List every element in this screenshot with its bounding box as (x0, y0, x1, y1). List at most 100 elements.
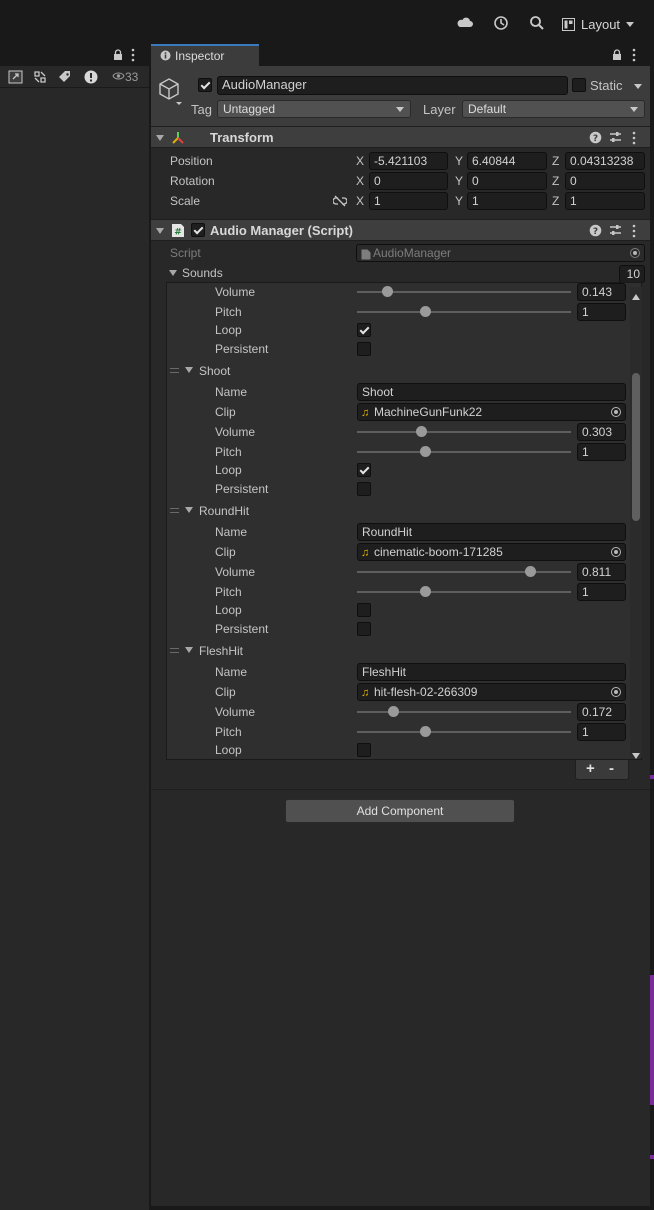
volume-input[interactable]: 0.811 (577, 563, 626, 581)
kebab-menu-icon[interactable] (632, 224, 646, 238)
scene-link-icon[interactable] (8, 69, 24, 85)
element-fold-arrow-icon[interactable] (185, 507, 193, 513)
history-icon[interactable] (492, 14, 510, 32)
volume-slider-knob[interactable] (388, 706, 400, 717)
pitch-slider-knob[interactable] (420, 586, 431, 597)
element-title[interactable]: FleshHit (199, 644, 243, 658)
presets-icon[interactable] (609, 131, 623, 145)
object-picker-icon[interactable] (611, 407, 621, 417)
volume-slider[interactable] (357, 571, 571, 573)
rotation-x-label[interactable]: X (356, 174, 364, 188)
static-checkbox[interactable] (572, 78, 586, 92)
loop-checkbox[interactable] (357, 323, 371, 337)
rotation-z-input[interactable]: 0 (565, 172, 645, 190)
pitch-slider[interactable] (357, 451, 571, 453)
loop-checkbox[interactable] (357, 603, 371, 617)
persistent-checkbox[interactable] (357, 342, 371, 356)
sounds-fold-arrow-icon[interactable] (169, 270, 177, 276)
scrollbar-thumb[interactable] (632, 373, 640, 521)
clip-object-field[interactable]: ♫ hit-flesh-02-266309 (357, 683, 626, 701)
position-y-label[interactable]: Y (455, 154, 463, 168)
search-icon[interactable] (528, 14, 546, 32)
gameobject-active-checkbox[interactable] (198, 78, 212, 92)
lock-icon[interactable] (612, 49, 622, 64)
cloud-icon[interactable] (456, 14, 474, 32)
element-title[interactable]: Shoot (199, 364, 230, 378)
pitch-slider-knob[interactable] (420, 306, 431, 317)
position-z-label[interactable]: Z (552, 154, 559, 168)
position-y-input[interactable]: 6.40844 (467, 152, 547, 170)
name-input[interactable]: RoundHit (357, 523, 626, 541)
kebab-menu-icon[interactable] (131, 48, 135, 65)
transform-header[interactable]: Transform ? (151, 126, 650, 148)
drag-handle[interactable] (170, 508, 179, 513)
rotation-y-label[interactable]: Y (455, 174, 463, 188)
gameobject-name-input[interactable]: AudioManager (217, 76, 568, 95)
element-fold-arrow-icon[interactable] (185, 647, 193, 653)
pitch-slider-knob[interactable] (420, 446, 431, 457)
fold-arrow-icon[interactable] (156, 135, 164, 141)
tag-dropdown[interactable]: Untagged (217, 100, 411, 118)
kebab-menu-icon[interactable] (632, 131, 646, 145)
audio-manager-enabled-checkbox[interactable] (191, 223, 205, 237)
rotation-y-input[interactable]: 0 (467, 172, 547, 190)
scale-z-label[interactable]: Z (552, 194, 559, 208)
pitch-input[interactable]: 1 (577, 723, 626, 741)
gameobject-cube-icon[interactable] (157, 77, 183, 108)
pitch-slider[interactable] (357, 591, 571, 593)
presets-icon[interactable] (609, 224, 623, 238)
scale-x-label[interactable]: X (356, 194, 364, 208)
drag-handle[interactable] (170, 368, 179, 373)
position-x-label[interactable]: X (356, 154, 364, 168)
loop-checkbox[interactable] (357, 743, 371, 757)
name-input[interactable]: FleshHit (357, 663, 626, 681)
scroll-down-icon[interactable] (632, 748, 640, 762)
help-icon[interactable]: ? (589, 224, 603, 238)
pitch-slider[interactable] (357, 311, 571, 313)
scale-z-input[interactable]: 1 (565, 192, 645, 210)
kebab-menu-icon[interactable] (632, 48, 636, 65)
static-dropdown-icon[interactable] (634, 84, 642, 89)
scale-y-label[interactable]: Y (455, 194, 463, 208)
layer-dropdown[interactable]: Default (462, 100, 645, 118)
volume-slider[interactable] (357, 431, 571, 433)
visibility-count[interactable]: 33 (112, 70, 138, 84)
scroll-up-icon[interactable] (632, 289, 640, 303)
volume-slider-knob[interactable] (416, 426, 428, 437)
add-component-button[interactable]: Add Component (285, 799, 515, 823)
name-input[interactable]: Shoot (357, 383, 626, 401)
scale-x-input[interactable]: 1 (369, 192, 448, 210)
tag-icon[interactable] (57, 69, 73, 85)
rotation-z-label[interactable]: Z (552, 174, 559, 188)
pitch-slider[interactable] (357, 731, 571, 733)
volume-slider-knob[interactable] (525, 566, 537, 577)
tab-inspector[interactable]: Inspector (151, 44, 259, 66)
pitch-input[interactable]: 1 (577, 303, 626, 321)
audio-manager-header[interactable]: # Audio Manager (Script) ? (151, 219, 650, 241)
pitch-slider-knob[interactable] (420, 726, 431, 737)
sounds-count-input[interactable]: 10 (619, 265, 645, 283)
pitch-input[interactable]: 1 (577, 443, 626, 461)
element-title[interactable]: RoundHit (199, 504, 249, 518)
volume-slider-knob[interactable] (382, 286, 394, 297)
help-icon[interactable]: ? (589, 131, 603, 145)
warning-icon[interactable] (83, 69, 99, 85)
layout-dropdown[interactable]: Layout (560, 15, 638, 35)
drag-handle[interactable] (170, 648, 179, 653)
object-picker-icon[interactable] (611, 687, 621, 697)
lock-icon[interactable] (113, 49, 123, 64)
persistent-checkbox[interactable] (357, 482, 371, 496)
remove-element-button[interactable]: - (609, 760, 614, 777)
visibility-toggle-icon[interactable] (32, 69, 48, 85)
clip-object-field[interactable]: ♫ MachineGunFunk22 (357, 403, 626, 421)
volume-input[interactable]: 0.303 (577, 423, 626, 441)
volume-input[interactable]: 0.143 (577, 283, 626, 301)
clip-object-field[interactable]: ♫ cinematic-boom-171285 (357, 543, 626, 561)
volume-input[interactable]: 0.172 (577, 703, 626, 721)
fold-arrow-icon[interactable] (156, 228, 164, 234)
sounds-list-scrollbar[interactable] (630, 287, 642, 759)
position-x-input[interactable]: -5.421103 (369, 152, 448, 170)
persistent-checkbox[interactable] (357, 622, 371, 636)
scale-y-input[interactable]: 1 (467, 192, 547, 210)
rotation-x-input[interactable]: 0 (369, 172, 448, 190)
